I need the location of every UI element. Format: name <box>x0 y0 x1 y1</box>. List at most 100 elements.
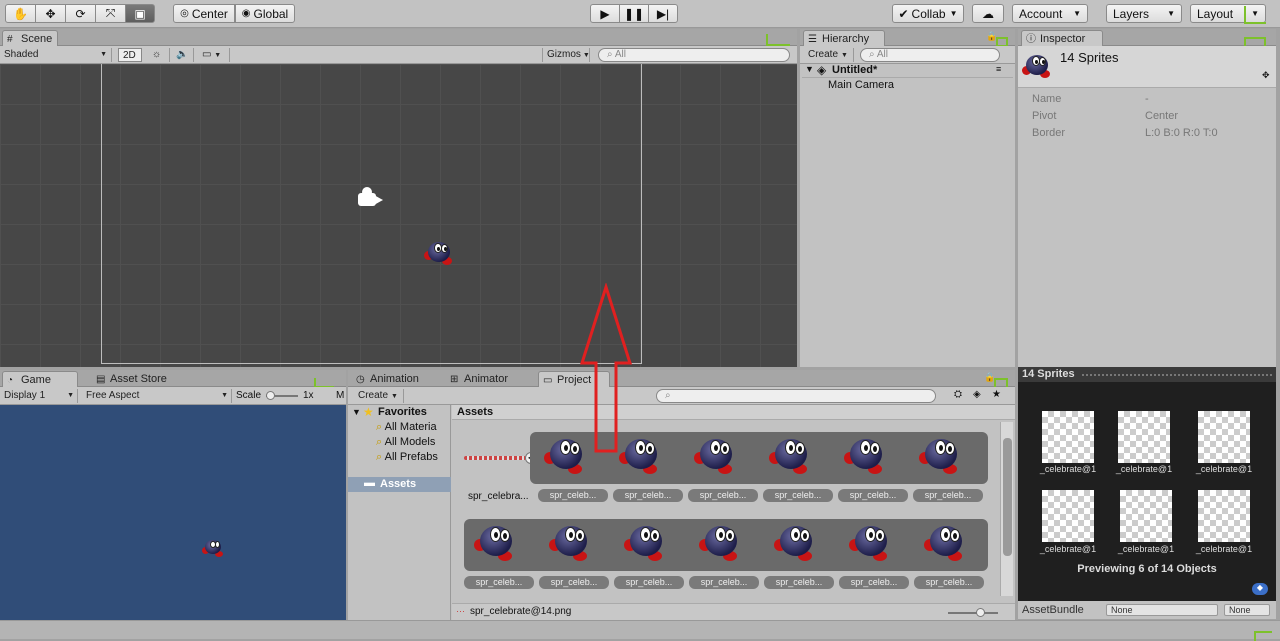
settings-icon[interactable]: ✥ <box>1262 70 1270 81</box>
sprite-thumbnail[interactable] <box>549 521 593 565</box>
hierarchy-search-input[interactable]: ⌕ All <box>860 48 1000 62</box>
tag-filter-icon[interactable]: ◈ <box>973 389 981 400</box>
sprite-sheet-thumbnail[interactable] <box>464 456 526 460</box>
game-viewport[interactable] <box>0 405 346 620</box>
gizmos-dropdown[interactable]: Gizmos ▼ <box>542 48 590 62</box>
chevron-down-icon: ▼ <box>841 52 848 59</box>
favorite-item[interactable]: ⌕ All Materia <box>376 421 437 434</box>
thumbnail-size-slider[interactable] <box>948 608 998 617</box>
sprite-thumbnail[interactable] <box>474 521 518 565</box>
audio-toggle[interactable]: 🔈 <box>172 48 194 62</box>
sprite-thumbnail[interactable] <box>624 521 668 565</box>
display-dropdown[interactable]: Display 1 ▼ <box>0 389 78 403</box>
triangle-down-icon[interactable]: ▼ <box>352 407 361 417</box>
star-filter-icon[interactable]: ★ <box>992 389 1001 400</box>
scene-search-input[interactable]: ⌕ All <box>598 48 790 62</box>
game-tabbar: ◔ Game ▤ Asset Store <box>0 370 346 388</box>
favorites-label[interactable]: Favorites <box>378 406 427 418</box>
breadcrumb-assets[interactable]: Assets <box>457 406 493 418</box>
scale-value: 1x <box>303 390 314 401</box>
tab-inspector[interactable]: ⓘ Inspector <box>1021 30 1103 46</box>
tag-icon[interactable]: ◆ <box>1252 583 1268 595</box>
hierarchy-create-dropdown[interactable]: Create ▼ <box>804 48 854 62</box>
pause-button[interactable]: ❚❚ <box>619 4 649 23</box>
tab-scene[interactable]: # Scene <box>2 30 58 46</box>
sprite-thumbnail[interactable] <box>699 521 743 565</box>
favorite-item[interactable]: ⌕ All Models <box>376 436 435 449</box>
rotate-tool-button[interactable]: ⟳ <box>65 4 96 23</box>
scrollbar-thumb[interactable] <box>1003 438 1012 556</box>
effects-dropdown[interactable]: ▭ ▼ <box>198 48 230 62</box>
step-button[interactable]: ▶| <box>648 4 678 23</box>
rect-tool-button[interactable]: ▣ <box>125 4 155 23</box>
tab-hierarchy[interactable]: ☰ Hierarchy <box>803 30 885 46</box>
move-tool-button[interactable]: ✥ <box>35 4 66 23</box>
account-dropdown[interactable]: Account ▼ <box>1012 4 1088 23</box>
tab-asset-store[interactable]: ▤ Asset Store <box>92 371 188 387</box>
tab-animation[interactable]: ◷ Animation <box>352 371 438 387</box>
scale-slider-thumb[interactable] <box>266 391 275 400</box>
camera-gizmo-icon[interactable] <box>358 187 386 207</box>
folder-item-assets[interactable]: ▬ Assets <box>348 477 451 492</box>
preview-header[interactable]: 14 Sprites <box>1018 367 1276 382</box>
asset-label: spr_celeb... <box>464 576 534 589</box>
cloud-button[interactable]: ☁ <box>972 4 1004 23</box>
account-label: Account <box>1019 6 1063 21</box>
folder-label: Assets <box>380 478 417 490</box>
move-icon: ✥ <box>45 6 56 21</box>
scale-tool-button[interactable]: ⤧ <box>95 4 126 23</box>
pause-icon: ❚❚ <box>623 6 645 21</box>
triangle-down-icon[interactable]: ▼ <box>805 64 814 74</box>
status-marker <box>1254 631 1272 641</box>
hand-tool-button[interactable]: ✋ <box>5 4 36 23</box>
create-label: Create <box>358 390 389 401</box>
project-asset-grid: Assets ◀ spr_celebra... spr_celeb...spr_… <box>452 405 1015 620</box>
play-button[interactable]: ▶ <box>590 4 620 23</box>
sprite-thumbnail[interactable] <box>774 521 818 565</box>
scene-row[interactable]: ▼ ◈ Untitled* ≡ <box>802 63 1013 78</box>
sprite-thumbnail[interactable] <box>844 434 888 478</box>
assetbundle-dropdown[interactable]: None <box>1106 604 1218 616</box>
scene-viewport[interactable] <box>0 64 797 367</box>
project-subtoolbar: Create ▼ ⌕ ⛭ ◈ ★ <box>348 387 1015 405</box>
sprite-character[interactable] <box>424 239 454 267</box>
project-create-dropdown[interactable]: Create ▼ <box>354 389 404 403</box>
field-pivot-label: Pivot <box>1032 110 1057 122</box>
scrollbar[interactable] <box>1000 422 1013 596</box>
hierarchy-item-main-camera[interactable]: Main Camera <box>828 79 894 91</box>
asset-label: spr_celeb... <box>613 489 683 502</box>
sprite-thumbnail[interactable] <box>924 521 968 565</box>
tab-game[interactable]: ◔ Game <box>2 371 78 387</box>
thumbnail-size-thumb[interactable] <box>976 608 985 617</box>
space-toggle[interactable]: ◉ Global <box>235 4 295 23</box>
game-subtoolbar: Display 1 ▼ Free Aspect ▼ Scale 1x M <box>0 387 346 405</box>
hierarchy-panel: ☰ Hierarchy 🔒 Create ▼ ⌕ All ▼ ◈ Untitled*… <box>800 29 1015 367</box>
layers-dropdown[interactable]: Layers ▼ <box>1106 4 1182 23</box>
collab-dropdown[interactable]: ✔ Collab ▼ <box>892 4 964 23</box>
assetbundle-variant-dropdown[interactable]: None <box>1224 604 1270 616</box>
preview-label: _celebrate@1 <box>1195 464 1253 474</box>
aspect-dropdown[interactable]: Free Aspect ▼ <box>82 389 232 403</box>
lighting-toggle[interactable]: ☼ <box>148 48 170 62</box>
favorite-item[interactable]: ⌕ All Prefabs <box>376 451 438 464</box>
sprite-thumbnail[interactable] <box>769 434 813 478</box>
tab-animator[interactable]: ⊞ Animator <box>446 371 526 387</box>
project-search-input[interactable]: ⌕ <box>656 389 936 403</box>
sprite-thumbnail[interactable] <box>919 434 963 478</box>
shading-dropdown[interactable]: Shaded ▼ <box>0 48 112 62</box>
pivot-toggle[interactable]: ◎ Center <box>173 4 235 23</box>
mode-2d-toggle[interactable]: 2D <box>118 48 142 62</box>
scale-slider[interactable] <box>266 391 298 400</box>
layout-marker <box>1244 6 1266 24</box>
sprite-thumbnail[interactable] <box>694 434 738 478</box>
globe-icon: ◉ <box>241 8 251 19</box>
asset-label: spr_celeb... <box>913 489 983 502</box>
search-icon: ⌕ <box>376 451 383 463</box>
sprite-thumbnail[interactable] <box>849 521 893 565</box>
maximize-toggle[interactable]: M <box>336 390 344 401</box>
hierarchy-tabbar: ☰ Hierarchy 🔒 <box>800 29 1015 47</box>
filter-type-icon[interactable]: ⛭ <box>954 389 962 400</box>
menu-icon[interactable]: ≡ <box>996 64 1001 74</box>
chevron-down-icon: ▼ <box>67 392 74 399</box>
cloud-icon: ☁ <box>982 6 994 21</box>
